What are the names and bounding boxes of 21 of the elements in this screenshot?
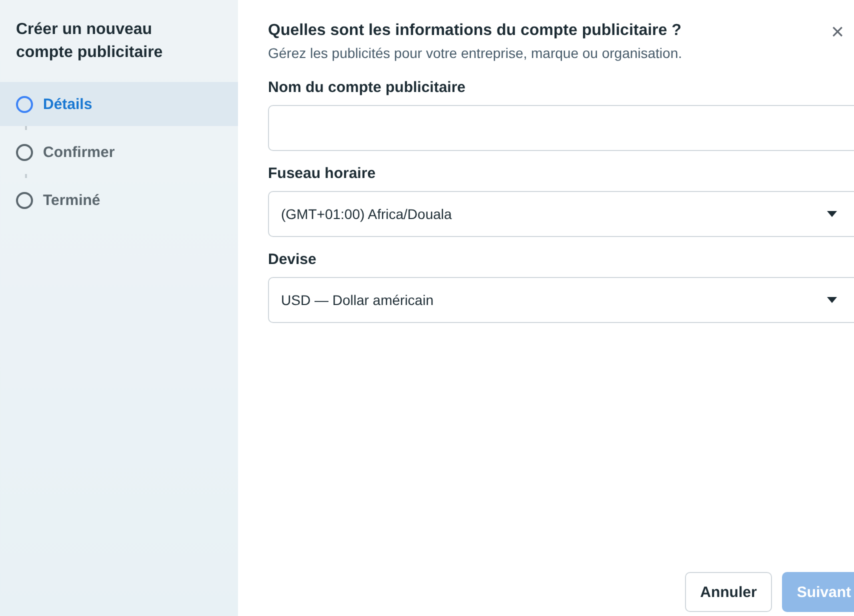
field-label: Devise bbox=[268, 251, 318, 268]
step-item[interactable]: Confirmer bbox=[0, 130, 238, 174]
dropdown-field[interactable]: USD — Dollar américain bbox=[268, 277, 854, 323]
step-circle-icon bbox=[16, 144, 33, 160]
dialog-subtitle: Gérez les publicités pour votre entreprise, marque ou organisation. bbox=[268, 44, 683, 63]
step-circle-icon bbox=[16, 192, 33, 208]
sidebar-title: Créer un nouveau compte publicitaire bbox=[15, 20, 164, 63]
dialog-title: Quelles sont les informations du compte publicitaire ? bbox=[268, 22, 682, 40]
step-connector bbox=[25, 126, 27, 130]
input-field[interactable] bbox=[268, 105, 854, 151]
caret-icon bbox=[827, 211, 837, 217]
step-item[interactable]: Terminé bbox=[0, 178, 238, 222]
step-connector bbox=[25, 174, 27, 178]
step-circle-icon bbox=[16, 96, 33, 112]
dialog-button[interactable]: Annuler bbox=[685, 572, 772, 612]
caret-icon bbox=[827, 297, 837, 303]
dropdown-field[interactable]: (GMT+01:00) Africa/Douala bbox=[268, 191, 854, 237]
step-item[interactable]: Détails bbox=[0, 82, 238, 126]
field-label: Fuseau horaire bbox=[268, 165, 377, 182]
close-button[interactable]: × bbox=[831, 22, 844, 42]
field-label: Nom du compte publicitaire bbox=[268, 79, 467, 96]
